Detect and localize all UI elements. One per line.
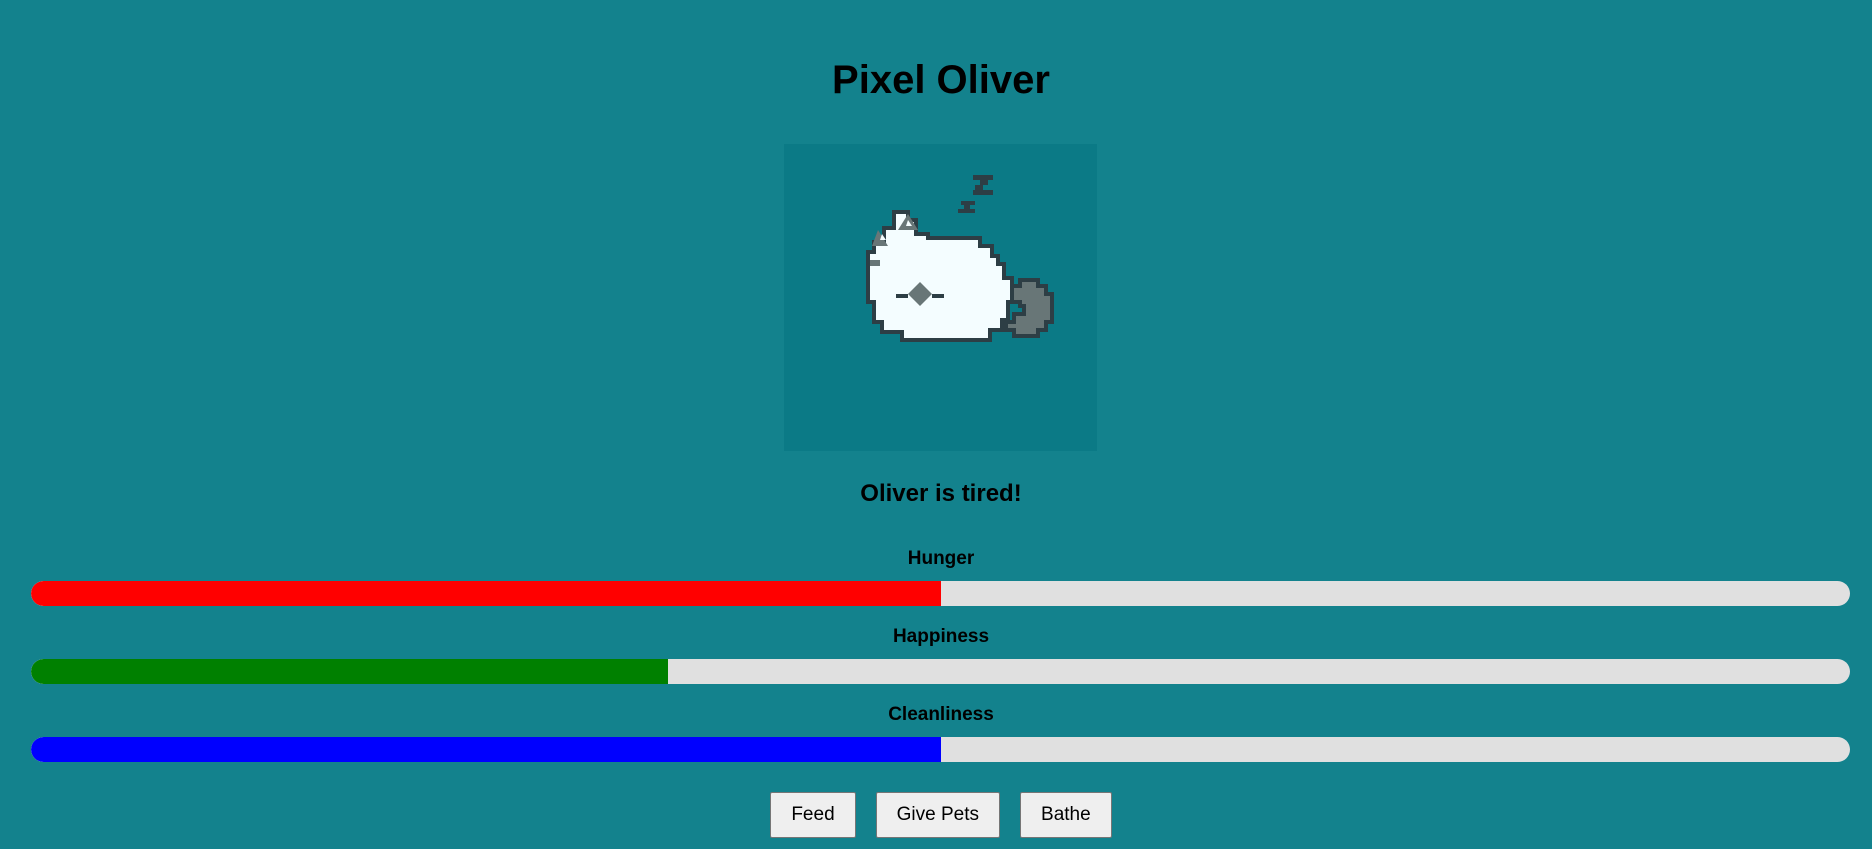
status-message: Oliver is tired!: [860, 480, 1022, 507]
happiness-bar: [31, 659, 1850, 684]
cleanliness-bar: [31, 737, 1850, 762]
page-title: Pixel Oliver: [832, 58, 1050, 102]
stat-label-hunger: Hunger: [907, 548, 975, 569]
action-buttons: Feed Give Pets Bathe: [0, 792, 1872, 838]
bathe-button[interactable]: Bathe: [1020, 792, 1112, 838]
stat-label-happiness: Happiness: [892, 626, 990, 647]
hunger-bar: [31, 581, 1850, 606]
give-pets-button[interactable]: Give Pets: [875, 792, 1001, 838]
hunger-bar-fill: [31, 581, 941, 606]
feed-button[interactable]: Feed: [770, 792, 856, 838]
sleeping-cat-sprite: [866, 175, 1054, 342]
happiness-bar-fill: [31, 659, 668, 684]
cleanliness-bar-fill: [31, 737, 941, 762]
cat-body: [866, 210, 1014, 342]
stat-label-cleanliness: Cleanliness: [888, 704, 994, 725]
zzz-icon: [958, 175, 993, 213]
pet-display: [784, 144, 1097, 451]
